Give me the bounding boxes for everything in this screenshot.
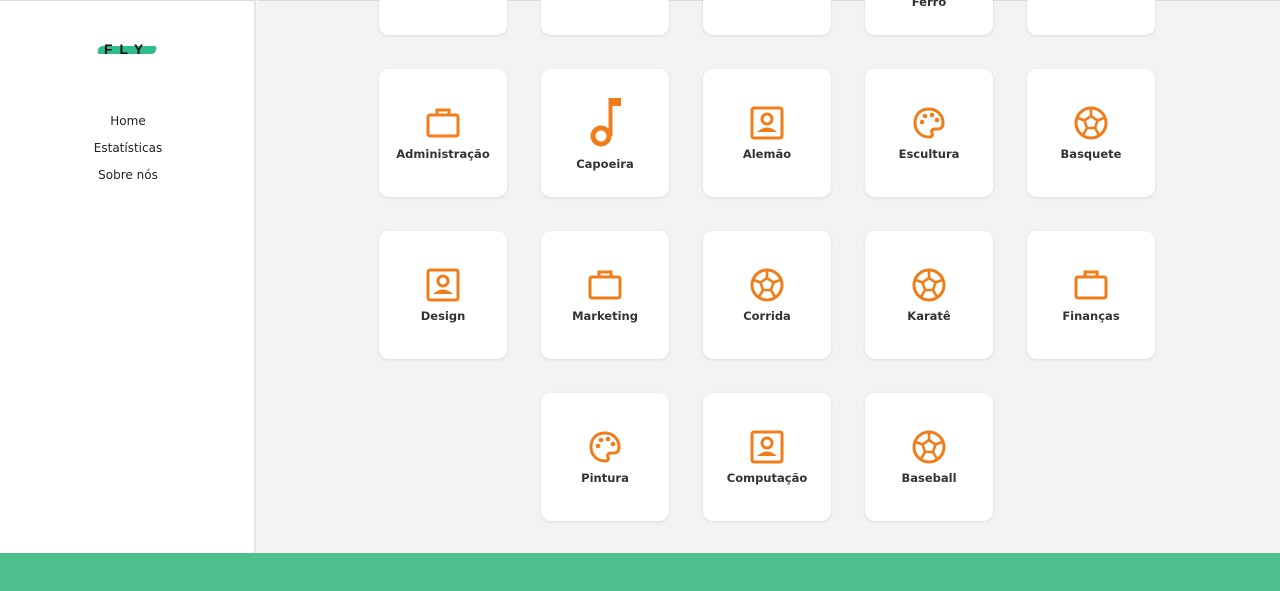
footer-bar [0, 553, 1280, 591]
sidebar-nav: Home Estatísticas Sobre nós [0, 113, 256, 194]
course-card-capoeira[interactable]: Capoeira [541, 69, 669, 197]
soccer-ball-icon [749, 267, 785, 303]
course-card-baseball[interactable]: Baseball [865, 393, 993, 521]
nav-item-sobre-nos[interactable]: Sobre nós [0, 167, 256, 194]
course-card-label: Capoeira [576, 157, 634, 171]
sidebar: FLY Home Estatísticas Sobre nós [0, 0, 256, 553]
course-card-escultura[interactable]: Escultura [865, 69, 993, 197]
logo-text: FLY [104, 41, 151, 57]
course-card-partial[interactable]: Ferro [865, 0, 993, 35]
course-card-marketing[interactable]: Marketing [541, 231, 669, 359]
course-card-pintura[interactable]: Pintura [541, 393, 669, 521]
course-card-computacao[interactable]: Computação [703, 393, 831, 521]
course-card-administracao[interactable]: Administração [379, 69, 507, 197]
course-card-partial[interactable] [541, 0, 669, 35]
briefcase-icon [587, 267, 623, 303]
course-card-label: Computação [726, 471, 808, 485]
course-card-label: Finanças [1062, 309, 1120, 323]
course-card-label: Escultura [898, 147, 960, 161]
course-card-label: Administração [396, 147, 490, 161]
course-card-financas[interactable]: Finanças [1027, 231, 1155, 359]
brand-logo[interactable]: FLY [96, 41, 158, 59]
course-card-label: Corrida [743, 309, 791, 323]
course-card-corrida[interactable]: Corrida [703, 231, 831, 359]
course-card-label: Baseball [901, 471, 957, 485]
nav-item-estatisticas[interactable]: Estatísticas [0, 140, 256, 167]
music-note-icon [587, 95, 623, 149]
portrait-icon [749, 105, 785, 141]
course-card-label: Karatê [907, 309, 951, 323]
course-grid: Ferro Administração Capoeira Alemão Escu… [258, 0, 1280, 553]
course-card-label: Pintura [581, 471, 629, 485]
course-card-label: Alemão [742, 147, 792, 161]
palette-icon [911, 105, 947, 141]
course-card-partial[interactable] [379, 0, 507, 35]
soccer-ball-icon [1073, 105, 1109, 141]
course-card-label: Design [420, 309, 466, 323]
briefcase-icon [425, 105, 461, 141]
palette-icon [587, 429, 623, 465]
portrait-icon [749, 429, 785, 465]
course-card-label: Ferro [911, 0, 947, 9]
course-card-partial[interactable] [703, 0, 831, 35]
soccer-ball-icon [911, 267, 947, 303]
portrait-icon [425, 267, 461, 303]
briefcase-icon [1073, 267, 1109, 303]
nav-item-home[interactable]: Home [0, 113, 256, 140]
course-card-design[interactable]: Design [379, 231, 507, 359]
course-card-karate[interactable]: Karatê [865, 231, 993, 359]
soccer-ball-icon [911, 429, 947, 465]
course-card-partial[interactable] [1027, 0, 1155, 35]
course-card-label: Basquete [1060, 147, 1122, 161]
course-card-label: Marketing [572, 309, 638, 323]
course-card-basquete[interactable]: Basquete [1027, 69, 1155, 197]
course-card-alemao[interactable]: Alemão [703, 69, 831, 197]
